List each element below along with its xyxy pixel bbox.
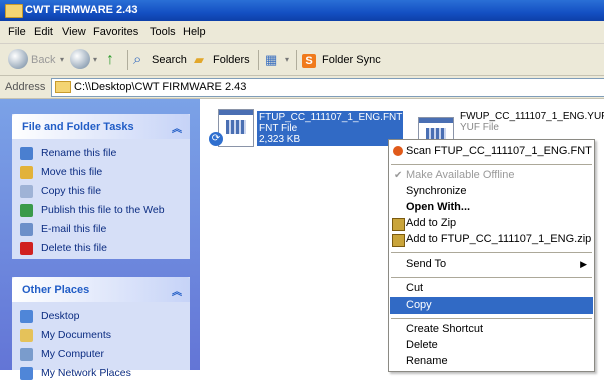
- task-item-label: Move this file: [41, 166, 103, 178]
- other-places-title: Other Places: [22, 284, 90, 296]
- address-bar: Address C:\\Desktop\CWT FIRMWARE 2.43: [0, 76, 604, 99]
- copy-icon: [20, 185, 33, 198]
- place-item[interactable]: Desktop: [20, 309, 188, 325]
- forward-arrow-icon[interactable]: [70, 49, 90, 69]
- submenu-arrow-icon: ▶: [580, 259, 587, 269]
- folder-icon: [5, 4, 23, 18]
- other-places-header[interactable]: Other Places ︽: [12, 277, 190, 302]
- sync-overlay-icon: ⟳: [209, 132, 223, 146]
- file-name: FWUP_CC_111107_1_ENG.YUF: [460, 111, 604, 122]
- file-size: 2,323 KB: [259, 134, 301, 145]
- task-item[interactable]: Delete this file: [20, 241, 188, 257]
- rename-icon: [20, 147, 33, 160]
- zip-icon: [392, 218, 405, 231]
- task-item[interactable]: Rename this file: [20, 146, 188, 162]
- back-button[interactable]: Back: [31, 50, 55, 70]
- menu-view[interactable]: View: [62, 26, 86, 38]
- menu-tools[interactable]: Tools: [150, 26, 176, 38]
- task-item-label: Copy this file: [41, 185, 102, 197]
- make-offline-menu-item[interactable]: ✔ Make Available Offline: [390, 167, 593, 184]
- copy-menu-item[interactable]: Copy: [390, 297, 593, 314]
- folder-sync-button[interactable]: Folder Sync: [322, 50, 381, 70]
- place-item[interactable]: My Computer: [20, 347, 188, 363]
- open-with-menu-item[interactable]: Open With...: [390, 199, 593, 216]
- send-to-menu-item[interactable]: Send To ▶: [390, 256, 593, 273]
- scan-menu-item[interactable]: Scan FTUP_CC_111107_1_ENG.FNT: [390, 143, 593, 160]
- menu-bar: File Edit View Favorites Tools Help: [0, 21, 604, 44]
- menu-file[interactable]: File: [8, 26, 26, 38]
- views-dropdown-icon[interactable]: ▾: [285, 50, 289, 70]
- back-arrow-icon[interactable]: [8, 49, 28, 69]
- file-type: YUF File: [460, 122, 499, 133]
- file-folder-tasks-title: File and Folder Tasks: [22, 121, 134, 133]
- task-item-label: Publish this file to the Web: [41, 204, 165, 216]
- file-name: FTUP_CC_111107_1_ENG.FNT: [259, 112, 403, 123]
- synchronize-menu-item[interactable]: Synchronize: [390, 183, 593, 200]
- back-dropdown-icon[interactable]: ▾: [60, 50, 64, 70]
- task-item-label: Rename this file: [41, 147, 117, 159]
- zip-icon: [392, 234, 405, 247]
- email-icon: [20, 223, 33, 236]
- other-places-panel: Other Places ︽ Desktop My Documents My Com…: [12, 277, 190, 380]
- forward-dropdown-icon[interactable]: ▾: [93, 50, 97, 70]
- fnt-file-icon: ⟳: [209, 109, 254, 147]
- cut-menu-item[interactable]: Cut: [390, 280, 593, 297]
- folders-button[interactable]: Folders: [213, 50, 250, 70]
- computer-icon: [20, 348, 33, 361]
- search-button[interactable]: Search: [152, 50, 187, 70]
- place-item[interactable]: My Network Places: [20, 366, 188, 382]
- up-folder-icon[interactable]: ↑: [106, 50, 114, 70]
- place-item-label: Desktop: [41, 310, 80, 322]
- title-bar[interactable]: CWT FIRMWARE 2.43: [0, 0, 604, 21]
- task-item-label: E-mail this file: [41, 223, 107, 235]
- add-to-named-zip-menu-item[interactable]: Add to FTUP_CC_111107_1_ENG.zip: [390, 231, 593, 248]
- globe-icon: [20, 204, 33, 217]
- menu-help[interactable]: Help: [183, 26, 206, 38]
- create-shortcut-menu-item[interactable]: Create Shortcut: [390, 321, 593, 338]
- menu-favorites[interactable]: Favorites: [93, 26, 138, 38]
- task-item[interactable]: Move this file: [20, 165, 188, 181]
- place-item-label: My Computer: [41, 348, 105, 360]
- toolbar: Back ▾ ▾ ↑ ⌕ Search ▰ Folders ▦ ▾ S Fold…: [0, 44, 604, 76]
- place-item-label: My Documents: [41, 329, 112, 341]
- collapse-icon[interactable]: ︽: [172, 283, 182, 298]
- check-icon: ✔: [394, 170, 403, 181]
- network-icon: [20, 367, 33, 380]
- context-menu: Scan FTUP_CC_111107_1_ENG.FNT ✔ Make Ava…: [388, 139, 595, 372]
- menu-edit[interactable]: Edit: [34, 26, 53, 38]
- address-input[interactable]: C:\\Desktop\CWT FIRMWARE 2.43: [51, 78, 604, 97]
- window-title: CWT FIRMWARE 2.43: [25, 4, 138, 16]
- file-item-fnt[interactable]: ⟳ FTUP_CC_111107_1_ENG.FNT FNT File 2,32…: [209, 107, 403, 155]
- folder-icon: [55, 81, 71, 93]
- move-icon: [20, 166, 33, 179]
- folder-icon: [20, 329, 33, 342]
- file-folder-tasks-panel: File and Folder Tasks ︽ Rename this file…: [12, 114, 190, 259]
- collapse-icon[interactable]: ︽: [172, 120, 182, 135]
- folder-sync-icon[interactable]: S: [302, 54, 316, 68]
- place-item[interactable]: My Documents: [20, 328, 188, 344]
- add-to-zip-menu-item[interactable]: Add to Zip: [390, 215, 593, 232]
- delete-icon: [20, 242, 33, 255]
- folders-icon[interactable]: ▰: [194, 50, 204, 70]
- task-item[interactable]: Copy this file: [20, 184, 188, 200]
- delete-menu-item[interactable]: Delete: [390, 337, 593, 354]
- address-path: C:\\Desktop\CWT FIRMWARE 2.43: [74, 81, 247, 93]
- address-label: Address: [5, 81, 46, 93]
- place-item-label: My Network Places: [41, 367, 131, 379]
- desktop-icon: [20, 310, 33, 323]
- views-icon[interactable]: ▦: [265, 50, 277, 70]
- search-icon[interactable]: ⌕: [133, 50, 141, 70]
- rename-menu-item[interactable]: Rename: [390, 353, 593, 370]
- file-folder-tasks-header[interactable]: File and Folder Tasks ︽: [12, 114, 190, 139]
- tasks-pane: File and Folder Tasks ︽ Rename this file…: [0, 99, 200, 380]
- task-item[interactable]: Publish this file to the Web: [20, 203, 188, 219]
- antivirus-icon: [393, 146, 403, 156]
- task-item[interactable]: E-mail this file: [20, 222, 188, 238]
- task-item-label: Delete this file: [41, 242, 107, 254]
- file-type: FNT File: [259, 123, 298, 134]
